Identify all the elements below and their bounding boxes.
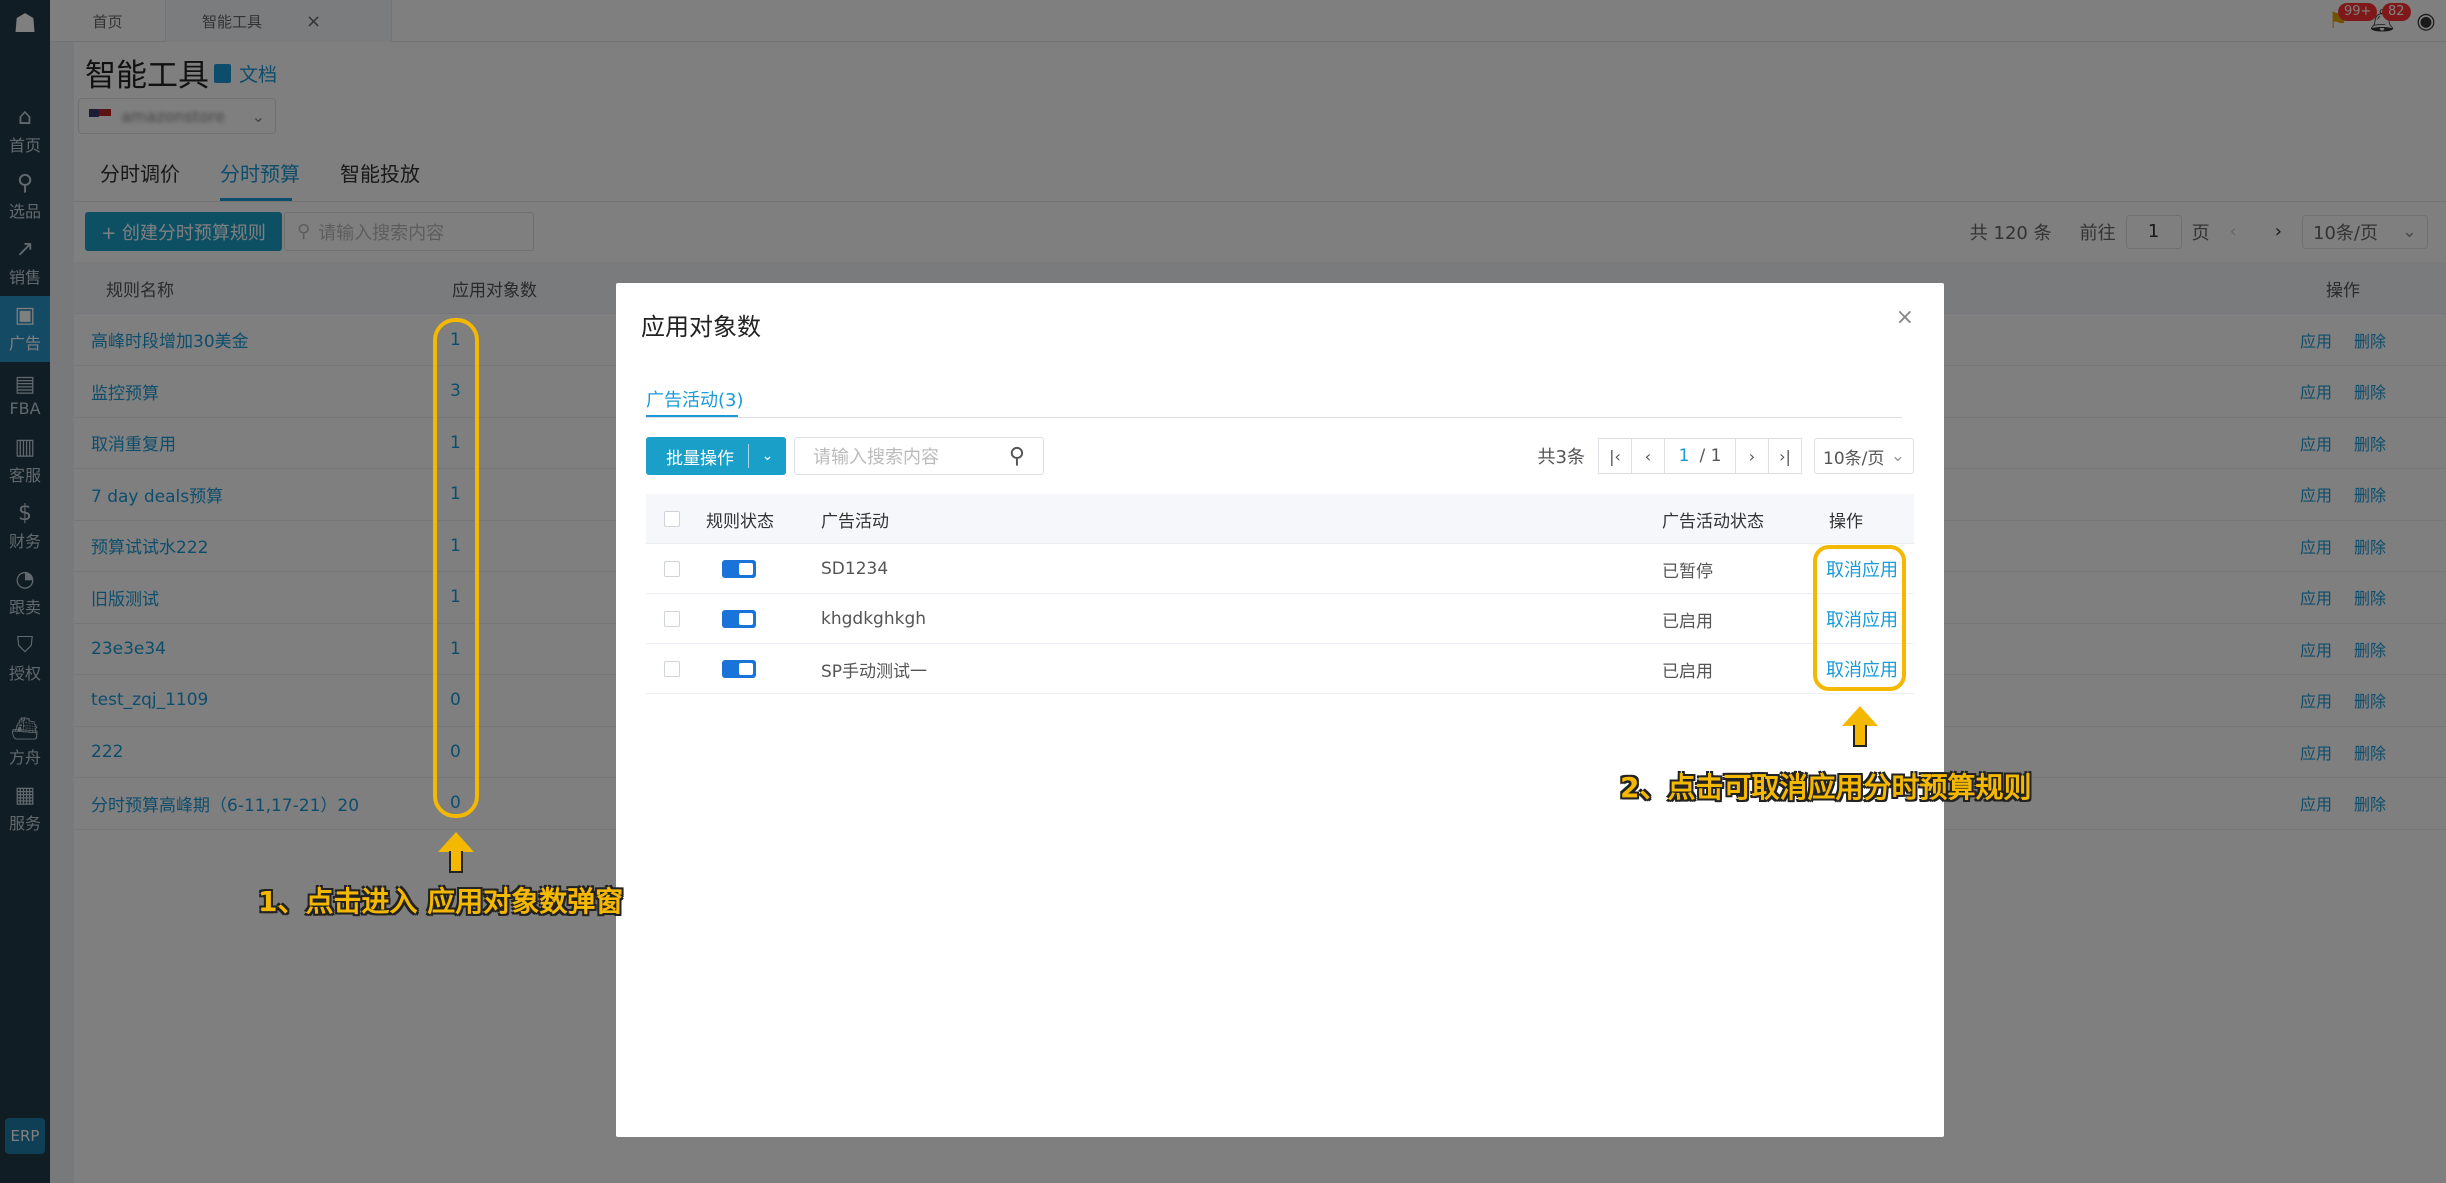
rule-status-toggle[interactable] <box>722 594 756 644</box>
batch-ops-label: 批量操作 <box>666 448 734 469</box>
highlight-cancel-buttons <box>1813 545 1906 691</box>
select-all-checkbox[interactable] <box>664 494 680 544</box>
modal-dialog: 应用对象数 × 广告活动(3) 批量操作 ⌄ 请输入搜索内容 ⚲ 共3条 |‹ … <box>616 283 1944 1137</box>
arrow-up-icon <box>438 832 474 852</box>
header-rule-status: 规则状态 <box>706 511 774 532</box>
prev-page-icon[interactable]: ‹ <box>1631 438 1665 474</box>
modal-pagination: 共3条 |‹ ‹ 1 / 1 › ›| 10条/页 ⌄ <box>1538 437 1914 475</box>
first-page-icon[interactable]: |‹ <box>1598 438 1632 474</box>
campaign-name: SD1234 <box>821 559 889 579</box>
rule-status-toggle[interactable] <box>722 644 756 694</box>
row-checkbox[interactable] <box>664 644 680 694</box>
search-placeholder: 请输入搜索内容 <box>813 447 939 468</box>
header-campaign-status: 广告活动状态 <box>1662 511 1764 532</box>
chevron-down-icon: ⌄ <box>1890 446 1905 466</box>
total-count: 共3条 <box>1537 447 1585 468</box>
page-size-select[interactable]: 10条/页 ⌄ <box>1814 438 1914 474</box>
modal-table-header: 规则状态 广告活动 广告活动状态 操作 <box>646 494 1914 544</box>
header-ops: 操作 <box>1829 511 1863 532</box>
modal-search-input[interactable]: 请输入搜索内容 ⚲ <box>794 437 1044 475</box>
modal-table-row: SD1234 已暂停 取消应用 <box>646 544 1914 594</box>
campaign-status: 已暂停 <box>1662 561 1713 582</box>
modal-title: 应用对象数 <box>641 313 761 341</box>
tab-campaigns[interactable]: 广告活动(3) <box>646 386 744 412</box>
arrow-up-icon <box>449 851 463 873</box>
campaign-name: khgdkghkgh <box>821 609 927 629</box>
batch-ops-button[interactable]: 批量操作 ⌄ <box>646 437 786 475</box>
campaign-status: 已启用 <box>1662 611 1713 632</box>
header-campaign: 广告活动 <box>821 511 889 532</box>
last-page-icon[interactable]: ›| <box>1768 438 1802 474</box>
rule-status-toggle[interactable] <box>722 544 756 594</box>
annotation-note: 2、点击可取消应用分时预算规则 <box>1620 771 2032 804</box>
arrow-up-icon <box>1842 706 1878 726</box>
divider <box>646 417 1902 418</box>
row-checkbox[interactable] <box>664 544 680 594</box>
current-page[interactable]: 1 <box>1679 446 1690 466</box>
campaign-status: 已启用 <box>1662 661 1713 682</box>
page-size-value: 10条/页 <box>1823 448 1885 469</box>
next-page-icon[interactable]: › <box>1735 438 1769 474</box>
highlight-count-column <box>433 318 479 818</box>
total-pages: / 1 <box>1699 446 1722 466</box>
search-icon[interactable]: ⚲ <box>1009 444 1025 469</box>
campaign-name: SP手动测试一 <box>821 661 928 682</box>
annotation-note: 1、点击进入 应用对象数弹窗 <box>258 885 624 918</box>
modal-table-row: SP手动测试一 已启用 取消应用 <box>646 644 1914 694</box>
arrow-up-icon <box>1853 725 1867 747</box>
close-icon[interactable]: × <box>1896 305 1914 330</box>
modal-table-row: khgdkghkgh 已启用 取消应用 <box>646 594 1914 644</box>
page-indicator: 1 / 1 <box>1664 438 1736 474</box>
row-checkbox[interactable] <box>664 594 680 644</box>
chevron-down-icon[interactable]: ⌄ <box>749 448 786 464</box>
